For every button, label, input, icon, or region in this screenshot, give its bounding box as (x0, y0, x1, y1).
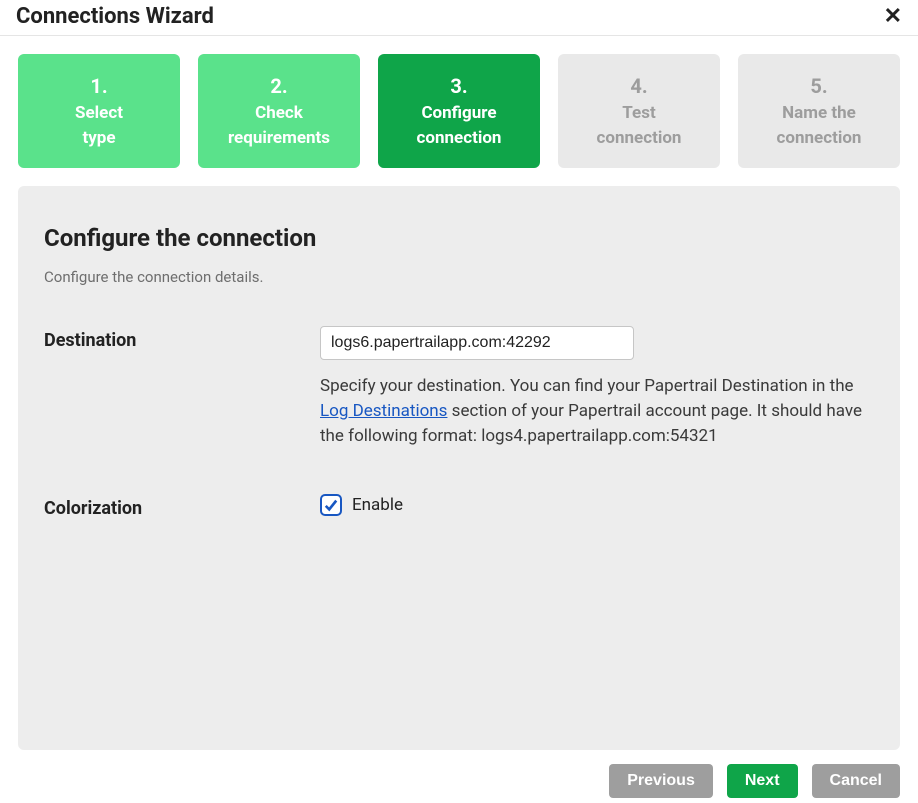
step-number: 1. (28, 72, 170, 101)
destination-help-pre: Specify your destination. You can find y… (320, 376, 854, 396)
colorization-label: Colorization (44, 494, 320, 519)
step-label-line1: Test (568, 101, 710, 126)
step-label-line1: Configure (388, 101, 530, 126)
step-name-connection[interactable]: 5. Name the connection (738, 54, 900, 168)
step-label-line2: requirements (208, 126, 350, 151)
step-label-line2: connection (748, 126, 890, 151)
cancel-button[interactable]: Cancel (812, 764, 900, 798)
colorization-checkbox-label: Enable (352, 495, 403, 515)
step-select-type[interactable]: 1. Select type (18, 54, 180, 168)
next-button[interactable]: Next (727, 764, 798, 798)
step-label-line2: type (28, 126, 170, 151)
step-number: 5. (748, 72, 890, 101)
step-number: 3. (388, 72, 530, 101)
step-number: 2. (208, 72, 350, 101)
destination-input[interactable] (320, 326, 634, 360)
checkmark-icon (324, 498, 338, 512)
destination-help-text: Specify your destination. You can find y… (320, 374, 874, 448)
step-label-line1: Select (28, 101, 170, 126)
panel-heading: Configure the connection (44, 224, 874, 252)
step-test-connection[interactable]: 4. Test connection (558, 54, 720, 168)
configure-panel: Configure the connection Configure the c… (18, 186, 900, 750)
step-check-requirements[interactable]: 2. Check requirements (198, 54, 360, 168)
step-label-line1: Check (208, 101, 350, 126)
step-number: 4. (568, 72, 710, 101)
destination-row: Destination Specify your destination. Yo… (44, 326, 874, 448)
destination-field-wrap: Specify your destination. You can find y… (320, 326, 874, 448)
wizard-title: Connections Wizard (16, 4, 214, 29)
previous-button[interactable]: Previous (609, 764, 713, 798)
panel-description: Configure the connection details. (44, 268, 874, 286)
colorization-field-wrap: Enable (320, 494, 874, 516)
step-configure-connection[interactable]: 3. Configure connection (378, 54, 540, 168)
step-label-line2: connection (568, 126, 710, 151)
destination-label: Destination (44, 326, 320, 351)
colorization-checkbox[interactable] (320, 494, 342, 516)
log-destinations-link[interactable]: Log Destinations (320, 401, 447, 421)
close-icon[interactable]: ✕ (884, 6, 902, 28)
wizard-steps: 1. Select type 2. Check requirements 3. … (0, 36, 918, 168)
wizard-footer: Previous Next Cancel (0, 750, 918, 798)
step-label-line2: connection (388, 126, 530, 151)
step-label-line1: Name the (748, 101, 890, 126)
wizard-header: Connections Wizard ✕ (0, 0, 918, 36)
colorization-row: Colorization Enable (44, 494, 874, 519)
